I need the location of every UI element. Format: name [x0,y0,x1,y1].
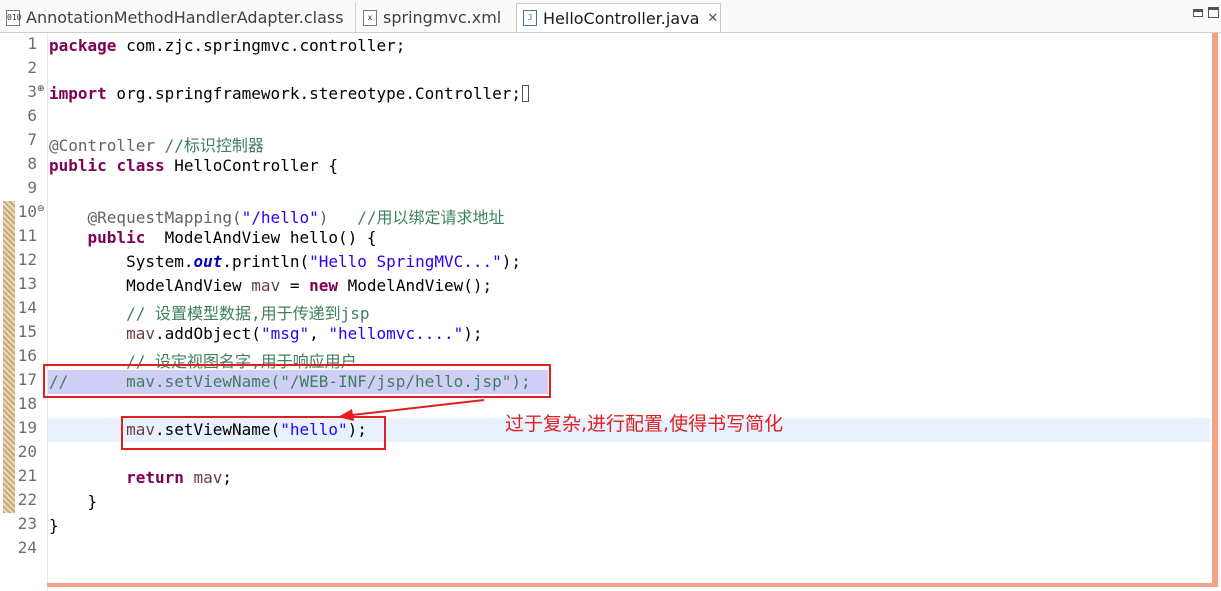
close-tab-icon[interactable]: ✕ [707,11,718,26]
annotation-arrow [338,399,485,421]
java-file-icon: J [523,10,537,26]
xml-file-icon: x [363,9,377,26]
code-editor[interactable]: 1 package com.zjc.springmvc.controller; … [0,33,1221,591]
tab-label: springmvc.xml [383,8,502,27]
tab-springmvc-xml[interactable]: x springmvc.xml [357,3,515,32]
maximize-icon[interactable] [1208,7,1219,18]
editor-tab-bar: 010 AnnotationMethodHandlerAdapter.class… [0,0,1221,33]
class-file-icon: 010 [6,9,21,26]
minimize-icon[interactable] [1193,9,1203,17]
tab-label: HelloController.java [543,8,700,28]
annotation-note: 过于复杂,进行配置,使得书写简化 [505,413,784,435]
tab-hello-controller-java[interactable]: J HelloController.java ✕ [516,3,721,32]
tab-annotation-method-handler-adapter[interactable]: 010 AnnotationMethodHandlerAdapter.class [0,3,356,32]
tab-label: AnnotationMethodHandlerAdapter.class [26,8,344,27]
